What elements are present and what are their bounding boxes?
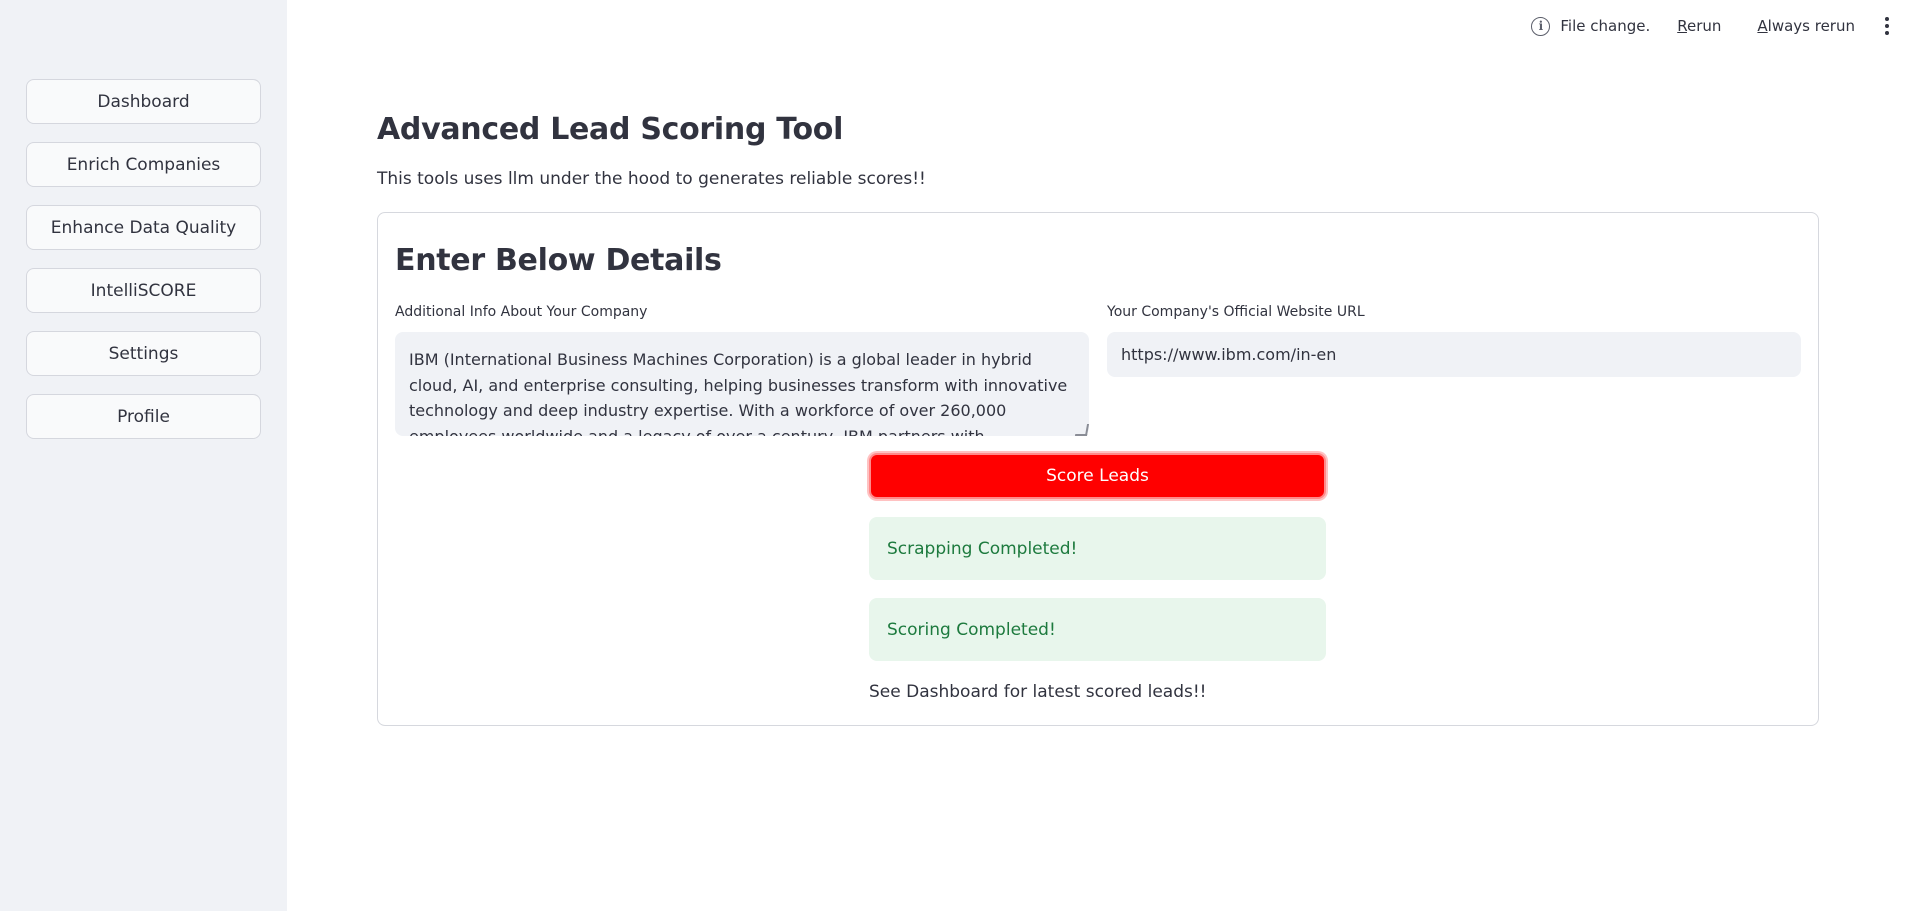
website-url-label: Your Company's Official Website URL (1107, 304, 1365, 320)
always-rerun-accesskey: A (1757, 17, 1768, 35)
nav-dashboard-button[interactable]: Dashboard (26, 79, 261, 124)
page-title: Advanced Lead Scoring Tool (377, 112, 844, 147)
website-url-input[interactable]: https://www.ibm.com/in-en (1107, 332, 1801, 377)
rerun-label: erun (1686, 17, 1722, 35)
details-form: Enter Below Details Additional Info Abou… (377, 212, 1819, 726)
company-info-textarea[interactable]: IBM (International Business Machines Cor… (395, 332, 1089, 436)
rerun-button[interactable]: Rerun (1677, 17, 1721, 35)
rerun-accesskey: R (1677, 17, 1687, 35)
always-rerun-button[interactable]: Always rerun (1757, 17, 1855, 35)
score-leads-button[interactable]: Score Leads (869, 453, 1326, 499)
nav-enhance-data-quality-button[interactable]: Enhance Data Quality (26, 205, 261, 250)
scrapping-success-alert: Scrapping Completed! (869, 517, 1326, 580)
page-content: Advanced Lead Scoring Tool This tools us… (377, 112, 1819, 726)
main-area: i File change. Rerun Always rerun Advanc… (287, 0, 1913, 911)
resize-handle-icon[interactable] (1074, 424, 1090, 436)
info-icon: i (1531, 16, 1551, 36)
file-change-status: File change. (1560, 17, 1651, 35)
form-title: Enter Below Details (395, 243, 722, 278)
scoring-success-alert: Scoring Completed! (869, 598, 1326, 661)
company-info-label: Additional Info About Your Company (395, 304, 648, 320)
top-toolbar: i File change. Rerun Always rerun (1531, 15, 1893, 37)
nav-enrich-companies-button[interactable]: Enrich Companies (26, 142, 261, 187)
dashboard-note: See Dashboard for latest scored leads!! (869, 682, 1207, 702)
sidebar: Dashboard Enrich Companies Enhance Data … (0, 0, 287, 911)
page-subtitle: This tools uses llm under the hood to ge… (377, 169, 926, 189)
app-root: Dashboard Enrich Companies Enhance Data … (0, 0, 1913, 911)
nav-intelliscore-button[interactable]: IntelliSCORE (26, 268, 261, 313)
nav-settings-button[interactable]: Settings (26, 331, 261, 376)
always-rerun-label: lways rerun (1767, 17, 1855, 35)
nav-profile-button[interactable]: Profile (26, 394, 261, 439)
kebab-menu-icon[interactable] (1881, 15, 1893, 37)
